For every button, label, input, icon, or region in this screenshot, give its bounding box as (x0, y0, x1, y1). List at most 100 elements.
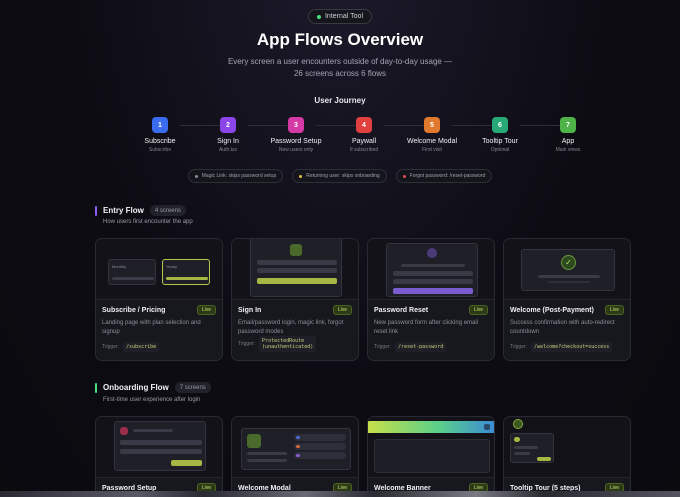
input-mock (257, 260, 337, 265)
card-description: Email/password login, magic link, forgot… (238, 320, 344, 335)
screen-card-password-setup[interactable]: Password Setup Live (95, 416, 223, 497)
card-trigger: Trigger: ProtectedRoute (unauthenticated) (238, 336, 317, 352)
step-name: Subscribe (144, 138, 176, 145)
feature-dot-icon (296, 436, 300, 439)
branch-pill-forgot-password: Forgot password: /reset-password (395, 169, 493, 183)
step-number: 1 (152, 117, 168, 133)
trigger-label: Trigger: (238, 341, 256, 347)
logo-icon (290, 244, 302, 256)
app-content-mock (374, 439, 490, 473)
feature-row (294, 443, 346, 450)
trigger-route: ProtectedRoute (unauthenticated) (259, 336, 317, 352)
text-mock (514, 452, 530, 455)
tooltip-mock (510, 433, 554, 463)
lock-icon (427, 248, 437, 258)
next-button-mock (537, 457, 551, 461)
reset-form-mock (386, 243, 478, 297)
plan-label: Monthly (112, 264, 127, 269)
journey-step-paywall[interactable]: 4 Paywall If subscribed (329, 117, 399, 153)
welcome-modal-mock (241, 428, 351, 470)
card-title: Welcome (Post-Payment) (510, 307, 594, 314)
section-accent-bar (95, 205, 97, 216)
journey-step-sign-in[interactable]: 2 Sign In Auth.tsx (193, 117, 263, 153)
input-mock (257, 268, 337, 273)
step-desc: Main views (555, 147, 581, 153)
checkmark-icon: ✓ (561, 255, 576, 270)
step-name: Tooltip Tour (482, 138, 518, 145)
step-name: Password Setup (270, 138, 322, 145)
live-badge: Live (196, 305, 216, 315)
section-count-badge: 7 screens (174, 382, 211, 393)
step-desc: If subscribed (349, 147, 379, 153)
journey-step-welcome-modal[interactable]: 5 Welcome Modal First visit (397, 117, 467, 153)
close-icon (484, 424, 490, 430)
page-subtitle: Every screen a user encounters outside o… (0, 56, 680, 80)
step-desc: New users only (278, 147, 314, 153)
card-trigger: Trigger: /reset-password (374, 342, 447, 352)
text-mock (548, 281, 590, 283)
branch-dot-icon (194, 174, 198, 178)
branch-dot-icon (402, 174, 406, 178)
trigger-label: Trigger: (102, 344, 120, 350)
bottom-edge (0, 491, 680, 497)
step-number: 5 (424, 117, 440, 133)
sign-in-form-mock (250, 239, 342, 297)
lock-icon (120, 427, 128, 435)
text-mock (133, 429, 173, 432)
step-name: Welcome Modal (406, 138, 458, 145)
internal-tool-badge: Internal Tool (307, 9, 373, 24)
setup-form-mock (114, 421, 206, 471)
screen-card-welcome-modal[interactable]: Welcome Modal Live (231, 416, 359, 497)
success-mock: ✓ (521, 249, 615, 291)
step-desc: Auth.tsx (218, 147, 238, 153)
screen-card-tooltip-tour[interactable]: Tooltip Tour (5 steps) Live (503, 416, 631, 497)
feature-dot-icon (296, 454, 300, 457)
text-mock (401, 264, 465, 267)
card-description: Landing page with plan selection and sig… (102, 320, 201, 335)
step-number: 6 (492, 117, 508, 133)
live-badge: Live (604, 305, 624, 315)
plan-button (112, 277, 154, 280)
plan-card-monthly: Monthly (108, 259, 156, 285)
screen-card-subscribe[interactable]: Monthly Yearly Subscribe / Pricing Live … (95, 238, 223, 361)
onboarding-flow-header: Onboarding Flow 7 screens (95, 382, 211, 393)
trigger-route: /reset-password (395, 342, 447, 352)
screen-card-welcome-banner[interactable]: Welcome Banner Live (367, 416, 495, 497)
step-desc: Optional (490, 147, 510, 153)
card-thumbnail: Monthly Yearly (96, 239, 222, 300)
card-thumbnail (504, 417, 630, 478)
card-thumbnail (232, 239, 358, 300)
card-thumbnail: ✓ (504, 239, 630, 300)
badge-label: Internal Tool (324, 13, 364, 20)
feature-row (294, 434, 346, 441)
step-number: 7 (560, 117, 576, 133)
step-name: Paywall (351, 138, 377, 145)
text-mock (514, 446, 538, 449)
branch-label: Returning user: skips onboarding (306, 173, 380, 179)
user-journey-heading: User Journey (314, 96, 366, 105)
card-thumbnail (232, 417, 358, 478)
status-dot-icon (316, 14, 321, 19)
feature-row (294, 452, 346, 459)
step-name: App (561, 138, 575, 145)
journey-step-tooltip-tour[interactable]: 6 Tooltip Tour Optional (465, 117, 535, 153)
card-thumbnail (368, 417, 494, 478)
card-title: Sign In (238, 307, 262, 314)
screen-card-welcome-post-payment[interactable]: ✓ Welcome (Post-Payment) Live Success co… (503, 238, 631, 361)
journey-step-subscribe[interactable]: 1 Subscribe Subscribe (125, 117, 195, 153)
card-thumbnail (368, 239, 494, 300)
step-name: Sign In (217, 138, 239, 145)
screen-card-password-reset[interactable]: Password Reset Live New password form af… (367, 238, 495, 361)
screen-card-sign-in[interactable]: Sign In Live Email/password login, magic… (231, 238, 359, 361)
trigger-route: /subscribe (123, 342, 160, 352)
step-desc: Subscribe (148, 147, 172, 153)
section-count-badge: 4 screens (149, 205, 186, 216)
section-accent-bar (95, 382, 97, 393)
journey-step-password-setup[interactable]: 3 Password Setup New users only (261, 117, 331, 153)
card-description: Success confirmation with auto-redirect … (510, 320, 615, 335)
text-mock (247, 452, 287, 455)
section-title: Entry Flow (103, 206, 144, 215)
card-title: Password Reset (374, 307, 429, 314)
input-mock (120, 440, 202, 445)
journey-step-app[interactable]: 7 App Main views (533, 117, 603, 153)
